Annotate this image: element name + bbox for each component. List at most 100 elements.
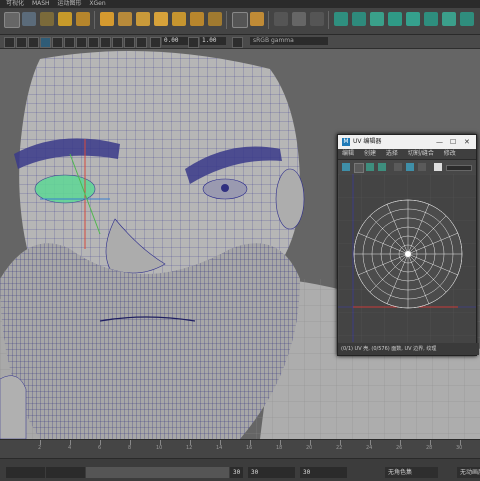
layout-icon[interactable] [352,12,366,26]
select-tool-icon[interactable] [4,12,20,28]
uv-editor-window: M UV 编辑器 — ☐ ✕ 编辑 创建 选择 切割/缝合 修改 (0/1) U… [337,134,479,356]
timeline-tick-label: 26 [396,445,403,451]
uv-editor-menubar: 编辑 创建 选择 切割/缝合 修改 [338,149,476,160]
uv-exposure-slider[interactable] [446,165,472,171]
color-management-icon[interactable] [232,37,243,48]
paint-select-icon[interactable] [40,12,54,26]
shadows-icon[interactable] [76,37,87,48]
exposure-field[interactable]: 0.00 [162,37,188,45]
rotate-tool-icon[interactable] [76,12,90,26]
anim-layer-dropdown[interactable]: 无动画层 [457,467,480,478]
uv-editor-toolbar [338,160,476,175]
scale-tool-icon[interactable] [100,12,114,26]
snap-grid-icon[interactable] [118,12,132,26]
shelf-separator [94,11,95,29]
exposure-icon[interactable] [150,37,161,48]
timeline-tick-label: 18 [276,445,283,451]
range-end-field[interactable]: 30 [230,467,243,478]
animation-end-field[interactable]: 30 [300,467,347,478]
uv-distortion-icon[interactable] [366,163,374,171]
uv-shell-icon[interactable] [342,163,350,171]
timeline-tick-label: 24 [366,445,373,451]
menu-visualize[interactable]: 可视化 [6,0,24,7]
smooth-shade-icon[interactable] [28,37,39,48]
color-space-dropdown[interactable]: sRGB gamma [250,37,328,45]
uv-dim-icon[interactable] [434,163,442,171]
timeline-tick-label: 4 [68,445,72,451]
ambient-occlusion-icon[interactable] [88,37,99,48]
range-start-field[interactable] [46,467,85,478]
playback-end-field[interactable]: 30 [248,467,295,478]
timeline-tick-label: 8 [128,445,132,451]
menu-xgen[interactable]: XGen [89,0,105,7]
timeline-tick-label: 10 [156,445,163,451]
hypershade-icon[interactable] [310,12,324,26]
uv-menu-create[interactable]: 创建 [364,150,376,157]
shelf [0,8,480,35]
channel-box-icon[interactable] [406,12,420,26]
range-bar-slider[interactable] [86,467,229,478]
ipr-render-icon[interactable] [250,12,264,26]
uv-layout[interactable] [338,174,476,342]
timeline-tick-label: 14 [216,445,223,451]
snap-curve-icon[interactable] [136,12,150,26]
uv-image-icon[interactable] [418,163,426,171]
isolate-icon[interactable] [112,37,123,48]
3d-viewport[interactable]: M UV 编辑器 — ☐ ✕ 编辑 创建 选择 切割/缝合 修改 (0/1) U… [0,49,480,439]
wireframe-on-shaded-icon[interactable] [40,37,51,48]
shelf-separator [328,11,329,29]
history-icon[interactable] [208,12,222,26]
uv-menu-modify[interactable]: 修改 [444,150,456,157]
main-menubar: 可视化 MASH 运动图形 XGen [0,0,480,8]
attribute-editor-icon[interactable] [424,12,438,26]
render-settings-icon[interactable] [292,12,306,26]
snap-point-icon[interactable] [154,12,168,26]
range-slider-bar: 30 30 30 无角色集 无动画层 [0,458,480,481]
timeline-tick-label: 2 [38,445,42,451]
uv-editor-titlebar[interactable]: M UV 编辑器 — ☐ ✕ [338,135,476,149]
gamma-icon[interactable] [188,37,199,48]
outliner-icon[interactable] [370,12,384,26]
uv-grid-icon[interactable] [394,163,402,171]
lights-icon[interactable] [64,37,75,48]
uv-texture-icon[interactable] [378,163,386,171]
tool-settings-icon[interactable] [442,12,456,26]
menu-motion-graphics[interactable]: 运动图形 [57,0,81,7]
camera-icon[interactable] [4,37,15,48]
maximize-icon[interactable]: ☐ [450,135,456,149]
uv-status-line: (0/1) UV 壳, (0/576) 面数, UV 边界, 纹理 [338,343,479,355]
uv-editor-title: UV 编辑器 [353,138,382,145]
menu-mash[interactable]: MASH [32,0,50,7]
uv-checker-icon[interactable] [354,163,364,173]
gamma-field[interactable]: 1.00 [200,37,226,45]
panel-icon[interactable] [334,12,348,26]
move-tool-icon[interactable] [58,12,72,26]
uv-menu-cut-sew[interactable]: 切割/缝合 [408,150,434,157]
snap-live-icon[interactable] [190,12,204,26]
xray-icon[interactable] [100,37,111,48]
wireframe-icon[interactable] [16,37,27,48]
time-slider[interactable]: 2 4 6 8 10 12 14 16 18 20 22 24 26 28 30 [0,439,480,458]
timeline-tick-label: 12 [186,445,193,451]
snap-view-icon[interactable] [172,12,186,26]
uv-canvas[interactable] [338,174,476,342]
close-icon[interactable]: ✕ [464,135,470,149]
textured-icon[interactable] [52,37,63,48]
resolution-gate-icon[interactable] [136,37,147,48]
pencil-icon[interactable] [274,12,288,26]
minimize-icon[interactable]: — [436,135,443,149]
timeline-tick-label: 20 [306,445,313,451]
uv-menu-edit[interactable]: 编辑 [342,150,354,157]
timeline-tick-label: 6 [98,445,102,451]
render-icon[interactable] [232,12,248,28]
viewport-toolbar: 0.00 1.00 sRGB gamma [0,35,480,49]
graph-editor-icon[interactable] [388,12,402,26]
grid-icon[interactable] [124,37,135,48]
playback-start-field[interactable] [6,467,45,478]
uv-filter-icon[interactable] [406,163,414,171]
character-set-dropdown[interactable]: 无角色集 [385,467,438,478]
modeling-toolkit-icon[interactable] [460,12,474,26]
uv-menu-select[interactable]: 选择 [386,150,398,157]
lasso-tool-icon[interactable] [22,12,36,26]
uv-shell-disk [353,199,463,309]
